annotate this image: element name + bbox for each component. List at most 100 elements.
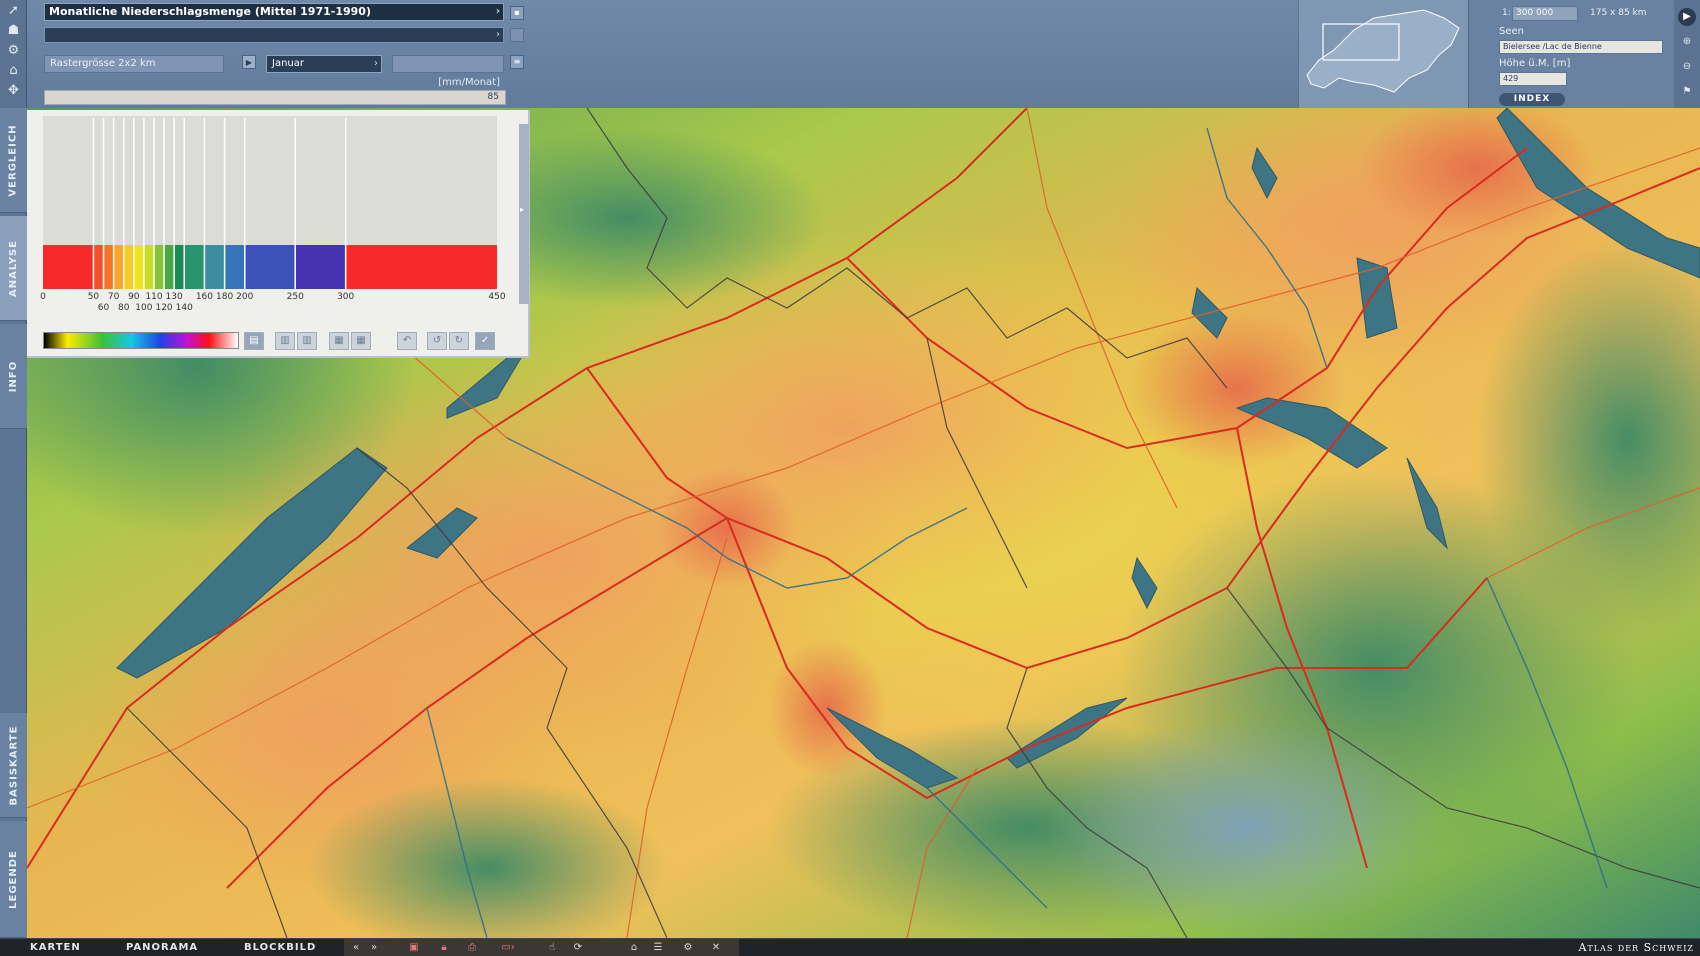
class-tick-label: 50 bbox=[87, 292, 100, 302]
chevron-right-icon[interactable]: ▸ bbox=[520, 205, 524, 214]
hand-icon[interactable]: ☝ bbox=[544, 940, 560, 956]
print-icon[interactable]: ⎙ bbox=[464, 940, 480, 956]
class-color-bar[interactable] bbox=[224, 245, 245, 289]
side-tabs: VERGLEICH ANALYSE INFO BASISKARTE LEGEND… bbox=[0, 108, 27, 938]
tab-info-label: INFO bbox=[8, 360, 20, 392]
submap-select[interactable]: › bbox=[44, 27, 504, 43]
legend-scrollbar[interactable] bbox=[519, 124, 529, 304]
class-color-bar[interactable] bbox=[103, 245, 114, 289]
export-button[interactable]: ≡ bbox=[510, 55, 524, 69]
tab-analyse[interactable]: ANALYSE bbox=[0, 216, 27, 321]
class-tick-label: 450 bbox=[488, 292, 506, 302]
gear-icon[interactable]: ⚙ bbox=[3, 42, 24, 60]
rotate-icon[interactable]: ⟳ bbox=[570, 940, 586, 956]
tool-strip: ➚ ☗ ⚙ ⌂ ✥ bbox=[0, 0, 27, 108]
rotate-right-icon[interactable]: ↻ bbox=[449, 332, 469, 350]
class-color-bar[interactable] bbox=[174, 245, 185, 289]
settings-icon[interactable]: ⚙ bbox=[680, 940, 696, 956]
extent-text: 175 x 85 km bbox=[1590, 8, 1647, 18]
raster-size-field[interactable]: Rastergrösse 2x2 km bbox=[44, 55, 224, 73]
bar-chart-alt-icon[interactable]: ▦ bbox=[351, 332, 371, 350]
people-icon[interactable]: ☗ bbox=[3, 22, 24, 40]
color-spectrum[interactable] bbox=[43, 332, 239, 349]
class-color-bar[interactable] bbox=[295, 245, 346, 289]
undo-icon[interactable]: ↶ bbox=[397, 332, 417, 350]
class-color-bar[interactable] bbox=[93, 245, 104, 289]
play-button[interactable]: ▶ bbox=[242, 55, 256, 69]
index-button[interactable]: INDEX bbox=[1499, 93, 1565, 106]
export-icon[interactable]: ▭› bbox=[496, 940, 520, 956]
atlas-app: ➚ ☗ ⚙ ⌂ ✥ Monatliche Niederschlagsmenge … bbox=[0, 0, 1700, 956]
lake-field: Bielersee /Lac de Bienne bbox=[1499, 40, 1663, 54]
map-title: Monatliche Niederschlagsmenge (Mittel 19… bbox=[49, 5, 371, 18]
class-tick-label: 140 bbox=[175, 303, 193, 313]
unit-label: [mm/Monat] bbox=[438, 77, 500, 88]
scale-field[interactable]: 300 000 bbox=[1512, 6, 1578, 21]
puzzle-icon[interactable]: ✥ bbox=[3, 82, 24, 100]
secondary-field[interactable] bbox=[392, 55, 504, 73]
class-color-bar[interactable] bbox=[43, 245, 94, 289]
class-color-bar[interactable] bbox=[164, 245, 175, 289]
lock-icon[interactable]: 🔒︎ bbox=[436, 940, 452, 956]
class-color-bar[interactable] bbox=[153, 245, 165, 289]
flag-icon[interactable]: ⚑ bbox=[1678, 83, 1696, 101]
nav-karten[interactable]: KARTEN bbox=[30, 939, 81, 956]
tab-vergleich[interactable]: VERGLEICH bbox=[0, 108, 27, 213]
tab-info[interactable]: INFO bbox=[0, 324, 27, 429]
map-title-select[interactable]: Monatliche Niederschlagsmenge (Mittel 19… bbox=[44, 3, 504, 21]
home-icon[interactable]: ⌂ bbox=[626, 940, 642, 956]
class-color-bar[interactable] bbox=[345, 245, 497, 289]
check-icon[interactable]: ✓ bbox=[475, 332, 495, 350]
pointer-icon[interactable]: ➚ bbox=[3, 2, 24, 20]
overview-map[interactable] bbox=[1298, 0, 1468, 108]
class-tick-label: 160 bbox=[195, 292, 214, 302]
play-icon[interactable]: ▶ bbox=[1678, 8, 1696, 26]
chevron-right-icon: › bbox=[496, 29, 500, 40]
value-text: 85 bbox=[487, 92, 499, 102]
tab-legende[interactable]: LEGENDE bbox=[0, 821, 27, 938]
tab-vergleich-label: VERGLEICH bbox=[8, 123, 19, 197]
tab-analyse-label: ANALYSE bbox=[8, 239, 19, 297]
list-icon[interactable]: ☰ bbox=[650, 940, 666, 956]
height-field: 429 bbox=[1499, 72, 1567, 86]
class-tick-label: 90 bbox=[128, 292, 140, 302]
class-tick-label: 80 bbox=[117, 303, 130, 313]
forward-icon[interactable]: » bbox=[366, 940, 382, 956]
class-tick-label: 250 bbox=[286, 292, 304, 302]
chevron-right-icon: › bbox=[495, 6, 500, 17]
zoom-out-icon[interactable]: ⊖ bbox=[1678, 58, 1696, 76]
color-mode-icon[interactable]: ▤ bbox=[244, 332, 264, 350]
class-color-bar[interactable] bbox=[204, 245, 225, 289]
chevron-right-icon: › bbox=[374, 58, 378, 69]
tab-legende-label: LEGENDE bbox=[8, 849, 19, 909]
class-tick-label: 100 bbox=[135, 303, 153, 313]
layers-icon[interactable]: ▣ bbox=[406, 940, 422, 956]
building-icon[interactable]: ⌂ bbox=[3, 62, 24, 80]
class-tick-label: 300 bbox=[337, 292, 355, 302]
tab-basiskarte-label: BASISKARTE bbox=[8, 725, 20, 805]
zoom-in-icon[interactable]: ⊕ bbox=[1678, 33, 1696, 51]
class-tick-label: 130 bbox=[165, 292, 183, 302]
back-icon[interactable]: « bbox=[348, 940, 364, 956]
month-select[interactable]: Januar › bbox=[266, 55, 382, 73]
nav-panorama[interactable]: PANORAMA bbox=[126, 939, 198, 956]
tab-basiskarte[interactable]: BASISKARTE bbox=[0, 713, 27, 818]
class-tick-label: 70 bbox=[107, 292, 120, 302]
histogram-icon[interactable]: ▥ bbox=[275, 332, 295, 350]
nav-blockbild[interactable]: BLOCKBILD bbox=[244, 939, 316, 956]
rotate-left-icon[interactable]: ↺ bbox=[427, 332, 447, 350]
bar-chart-icon[interactable]: ▦ bbox=[329, 332, 349, 350]
class-color-bar[interactable] bbox=[143, 245, 154, 289]
submap-options-button[interactable] bbox=[510, 28, 524, 42]
class-color-bar[interactable] bbox=[244, 245, 296, 289]
close-icon[interactable]: ✕ bbox=[708, 940, 724, 956]
map-options-button[interactable]: ▪ bbox=[510, 6, 524, 20]
class-histogram[interactable] bbox=[27, 110, 517, 325]
class-color-bar[interactable] bbox=[133, 245, 144, 289]
class-color-bar[interactable] bbox=[184, 245, 205, 289]
class-color-bar[interactable] bbox=[113, 245, 124, 289]
histogram-alt-icon[interactable]: ▥ bbox=[297, 332, 317, 350]
scale-prefix: 1: bbox=[1502, 8, 1511, 18]
right-tool-strip: ▶ ⊕ ⊖ ⚑ bbox=[1674, 0, 1700, 108]
class-color-bar[interactable] bbox=[123, 245, 134, 289]
